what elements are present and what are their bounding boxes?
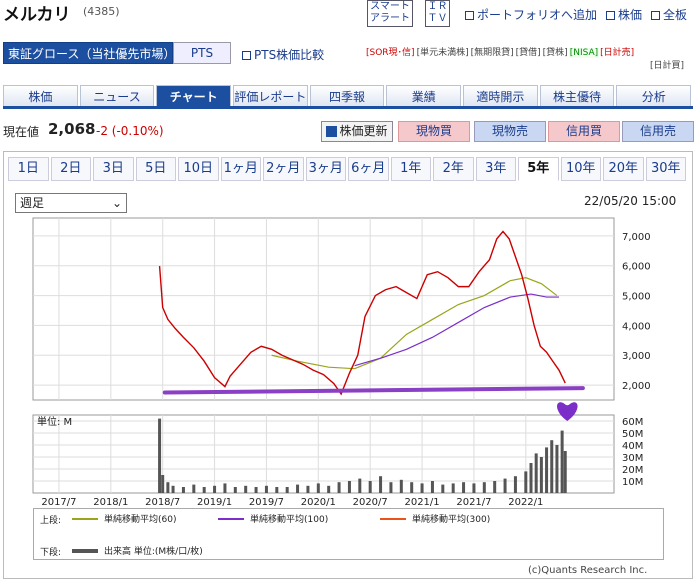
- price-tick-label: 6,000: [622, 262, 651, 273]
- legend-volume-swatch: [72, 549, 98, 553]
- volume-tick-label: 30M: [622, 453, 643, 464]
- volume-bar: [192, 484, 196, 493]
- legend-swatch: [72, 518, 98, 520]
- x-tick-label: 2021/7: [456, 497, 491, 508]
- volume-bar: [275, 487, 279, 493]
- price-tick-label: 4,000: [622, 321, 651, 332]
- volume-tick-label: 60M: [622, 417, 643, 428]
- volume-tick-label: 20M: [622, 465, 643, 476]
- volume-bar: [368, 481, 372, 493]
- volume-bar: [264, 485, 268, 493]
- volume-bar: [306, 485, 310, 493]
- volume-tick-label: 50M: [622, 429, 643, 440]
- volume-bar: [563, 451, 567, 493]
- x-tick-label: 2022/1: [508, 497, 543, 508]
- volume-bar: [285, 487, 289, 493]
- x-tick-label: 2019/1: [197, 497, 232, 508]
- volume-bar: [534, 453, 538, 493]
- volume-bar: [181, 487, 185, 493]
- legend-top-label: 上段:: [40, 516, 62, 526]
- volume-bar: [358, 478, 362, 493]
- price-volume-chart: 2017/7 2018/1 2018/7 2019/1 2019/7 2020/1 2020…: [32, 217, 651, 508]
- volume-bar: [524, 471, 528, 493]
- legend-bottom-label: 下段:: [40, 548, 62, 558]
- legend-volume-label: 出来高 単位:(M株/口/枚): [104, 547, 203, 557]
- volume-bar: [545, 447, 549, 493]
- legend-swatch: [218, 518, 244, 520]
- volume-bar: [420, 483, 424, 493]
- volume-bar: [171, 485, 175, 493]
- volume-bar: [560, 430, 564, 493]
- volume-bar: [166, 482, 170, 493]
- volume-bar: [337, 482, 341, 493]
- volume-tick-label: 10M: [622, 477, 643, 488]
- legend-ma-label: 単純移動平均(100): [250, 515, 329, 525]
- price-tick-label: 7,000: [622, 232, 651, 243]
- price-tick-label: 5,000: [622, 292, 651, 303]
- volume-bar: [296, 484, 300, 493]
- volume-bar: [254, 487, 258, 493]
- volume-bar: [493, 481, 497, 493]
- volume-bar: [482, 482, 486, 493]
- x-tick-label: 2020/1: [301, 497, 336, 508]
- copyright: (c)Quants Research Inc.: [528, 565, 648, 576]
- volume-bar: [462, 482, 466, 493]
- volume-bar: [161, 475, 165, 493]
- chart-legend: 上段: 単純移動平均(60) 単純移動平均(100) 単純移動平均(300) 下段: 出来…: [33, 508, 664, 560]
- volume-bar: [202, 487, 206, 493]
- x-tick-label: 2018/7: [145, 497, 180, 508]
- volume-bar: [529, 463, 533, 493]
- volume-bar: [472, 483, 476, 493]
- volume-bar: [347, 481, 351, 493]
- volume-bar: [389, 482, 393, 493]
- x-tick-label: 2020/7: [353, 497, 388, 508]
- volume-bar: [539, 457, 543, 493]
- legend-ma-label: 単純移動平均(300): [412, 515, 491, 525]
- volume-bar: [327, 485, 331, 493]
- legend-ma-label: 単純移動平均(60): [104, 515, 177, 525]
- volume-bar: [223, 483, 227, 493]
- volume-bar: [410, 482, 414, 493]
- x-tick-label: 2017/7: [41, 497, 76, 508]
- x-tick-label: 2019/7: [249, 497, 284, 508]
- volume-bar: [379, 476, 383, 493]
- volume-tick-label: 40M: [622, 441, 643, 452]
- volume-bar: [233, 487, 237, 493]
- volume-bar: [441, 484, 445, 493]
- price-tick-label: 3,000: [622, 351, 651, 362]
- volume-bar: [513, 476, 517, 493]
- volume-bar: [213, 485, 217, 493]
- volume-bar: [430, 481, 434, 493]
- x-tick-label: 2021/1: [404, 497, 439, 508]
- volume-bar: [555, 445, 559, 493]
- volume-bar: [503, 478, 507, 493]
- volume-bar: [316, 483, 320, 493]
- volume-bar: [158, 418, 162, 493]
- volume-unit-label: 単位: M: [37, 415, 72, 428]
- legend-swatch: [380, 518, 406, 520]
- volume-bar: [451, 483, 455, 493]
- x-tick-label: 2018/1: [93, 497, 128, 508]
- price-tick-label: 2,000: [622, 381, 651, 392]
- volume-bar: [399, 479, 403, 493]
- volume-bar: [244, 485, 248, 493]
- volume-bar: [550, 440, 554, 493]
- price-plot-area: [32, 217, 615, 401]
